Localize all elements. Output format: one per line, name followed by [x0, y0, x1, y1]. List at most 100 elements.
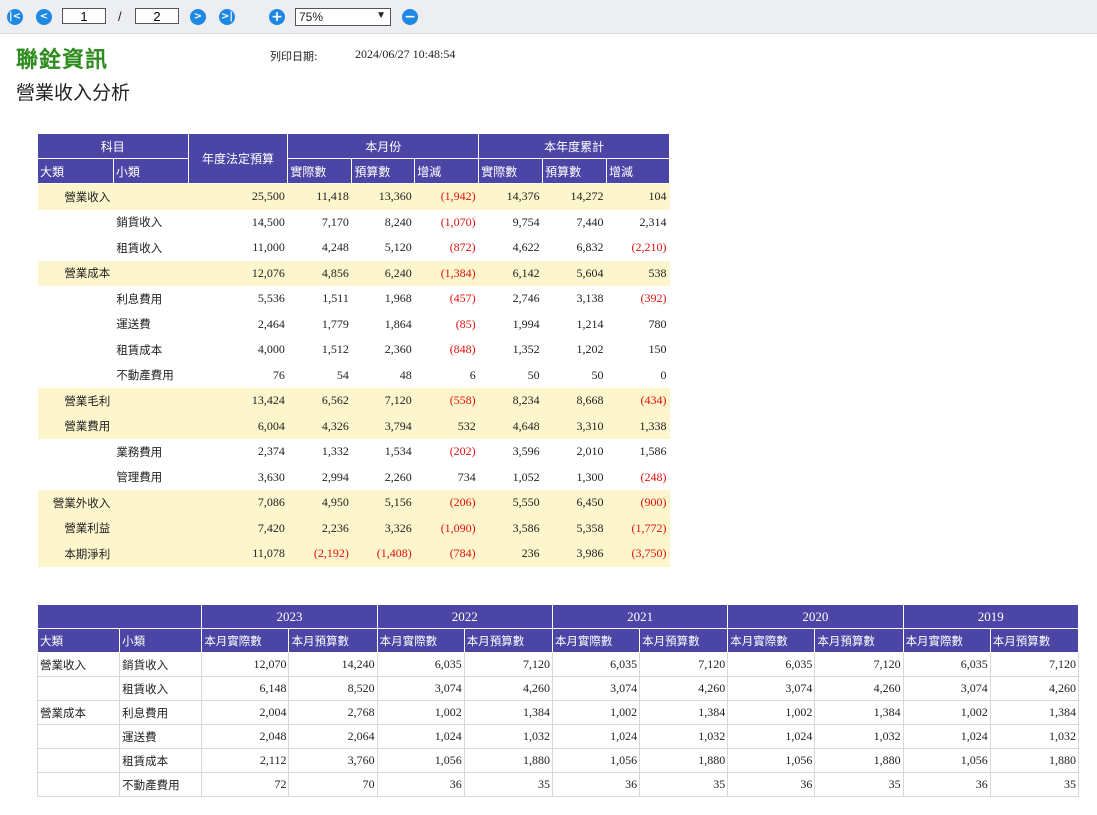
minor-header: 小類 [112, 158, 189, 184]
value-cell: 8,668 [542, 388, 607, 414]
value-cell: 6,450 [542, 490, 607, 516]
value-cell: 1,032 [989, 724, 1080, 749]
subcategory-row: 運送費 2,464 1,779 1,864 (85) 1,994 1,214 780 [38, 312, 670, 338]
value-cell: 25,500 [188, 183, 288, 210]
value-cell: 1,779 [321, 316, 349, 331]
zoom-out-icon[interactable]: − [402, 9, 418, 25]
history-minor-header: 小類 [119, 628, 203, 653]
major-cell [38, 465, 114, 491]
minor-cell: 租賃成本 [119, 748, 203, 773]
value-cell: 1,338 [606, 413, 670, 439]
value-cell: 4,248 [321, 240, 349, 255]
value-cell: 3,760 [288, 748, 378, 773]
value-cell: 50 [527, 367, 540, 382]
value-cell: 7,120 [351, 388, 415, 414]
value-cell: 6,142 [478, 260, 543, 286]
value-cell: 6 [469, 367, 476, 382]
value-cell: 1,880 [463, 748, 553, 773]
minor-cell: 不動產費用 [116, 368, 174, 383]
value-cell: 11,000 [252, 240, 285, 255]
zoom-value: 75% [299, 10, 324, 24]
value-cell: 1,024 [727, 724, 816, 749]
major-cell [38, 363, 114, 389]
value-cell: 4,950 [287, 490, 352, 516]
value-cell: 1,384 [814, 700, 904, 725]
monthly-actual-header: 本月實際數 [727, 628, 816, 653]
value-cell: 6,035 [551, 652, 641, 677]
minor-cell [113, 413, 189, 439]
next-page-icon[interactable]: > [190, 9, 206, 25]
value-cell: 6,562 [287, 388, 352, 414]
value-cell: 7,120 [814, 652, 904, 677]
last-page-icon[interactable]: >| [219, 9, 235, 25]
value-cell: 4,622 [512, 240, 540, 255]
category-row: 營業成本 12,076 4,856 6,240 (1,384) 6,142 5,604 538 [37, 260, 670, 286]
month-actual-header: 實際數 [287, 158, 353, 184]
minor-cell: 租賃收入 [119, 676, 203, 701]
month-planned-header: 預算數 [351, 158, 416, 184]
value-cell: (3,750) [606, 541, 670, 567]
minor-cell [113, 260, 189, 286]
value-cell: (248) [640, 469, 667, 484]
major-cell: 營業收入 [36, 652, 121, 677]
value-cell: 35 [989, 772, 1080, 797]
value-cell: 6,035 [727, 652, 816, 677]
value-cell: 5,156 [351, 490, 415, 516]
value-cell: 1,880 [814, 748, 904, 773]
minor-cell: 租賃收入 [116, 240, 163, 255]
value-cell: 1,056 [551, 748, 641, 773]
major-cell [38, 337, 114, 363]
value-cell: 3,310 [542, 413, 607, 439]
minor-cell: 業務費用 [116, 444, 163, 459]
value-cell: 5,358 [542, 515, 607, 541]
prev-page-icon[interactable]: < [36, 9, 52, 25]
value-cell: (558) [414, 388, 479, 414]
year-header: 2022 [376, 604, 553, 629]
value-cell: 6,035 [376, 652, 465, 677]
page-separator: / [118, 9, 122, 24]
value-cell: 11,078 [188, 541, 288, 567]
major-cell: 營業毛利 [37, 388, 114, 414]
value-cell: 50 [591, 367, 604, 382]
table-row: 營業收入 銷貨收入 12,070 14,240 6,035 7,120 6,035 7,120… [36, 652, 1080, 677]
value-cell: 236 [478, 541, 543, 567]
value-cell: 3,596 [512, 444, 540, 459]
value-cell: 2,064 [288, 724, 378, 749]
monthly-actual-header: 本月實際數 [902, 628, 991, 653]
value-cell: 1,968 [384, 291, 412, 306]
table-row: 租賃收入 6,148 8,520 3,074 4,260 3,074 4,260 3,074 4… [36, 676, 1080, 701]
zoom-select[interactable]: 75% ▼ [295, 8, 391, 26]
value-cell: (206) [414, 490, 479, 516]
current-page-input[interactable] [62, 8, 106, 24]
value-cell: 14,272 [542, 183, 607, 210]
monthly-actual-header: 本月實際數 [551, 628, 641, 653]
subcategory-row: 租賃收入 11,000 4,248 5,120 (872) 4,622 6,832 (2,21… [38, 235, 670, 261]
value-cell: 780 [648, 316, 667, 331]
subcategory-row: 業務費用 2,374 1,332 1,534 (202) 3,596 2,010 1,586 [38, 439, 670, 465]
value-cell: 3,630 [257, 469, 285, 484]
ytd-diff-header: 增減 [606, 158, 670, 184]
value-cell: 7,120 [989, 652, 1080, 677]
value-cell: 7,120 [639, 652, 729, 677]
value-cell: (202) [449, 444, 476, 459]
minor-cell [113, 515, 189, 541]
value-cell: 1,024 [551, 724, 641, 749]
chevron-down-icon: ▼ [376, 10, 386, 21]
value-cell: 104 [606, 183, 670, 210]
monthly-planned-header: 本月預算數 [814, 628, 904, 653]
major-cell: 營業外收入 [37, 490, 114, 516]
first-page-icon[interactable]: |< [7, 9, 23, 25]
major-cell [38, 210, 114, 236]
value-cell: 7,420 [188, 515, 288, 541]
value-cell: 3,986 [542, 541, 607, 567]
minor-cell [113, 541, 189, 567]
major-cell: 營業費用 [37, 413, 114, 439]
year-header: 2021 [551, 604, 729, 629]
value-cell: 1,994 [512, 316, 540, 331]
value-cell: (784) [414, 541, 479, 567]
report-toolbar: |< < / > >| + 75% ▼ − [0, 0, 1097, 34]
value-cell: 54 [336, 367, 349, 382]
zoom-in-icon[interactable]: + [269, 9, 285, 25]
value-cell: 1,332 [321, 444, 349, 459]
value-cell: 3,074 [902, 676, 991, 701]
